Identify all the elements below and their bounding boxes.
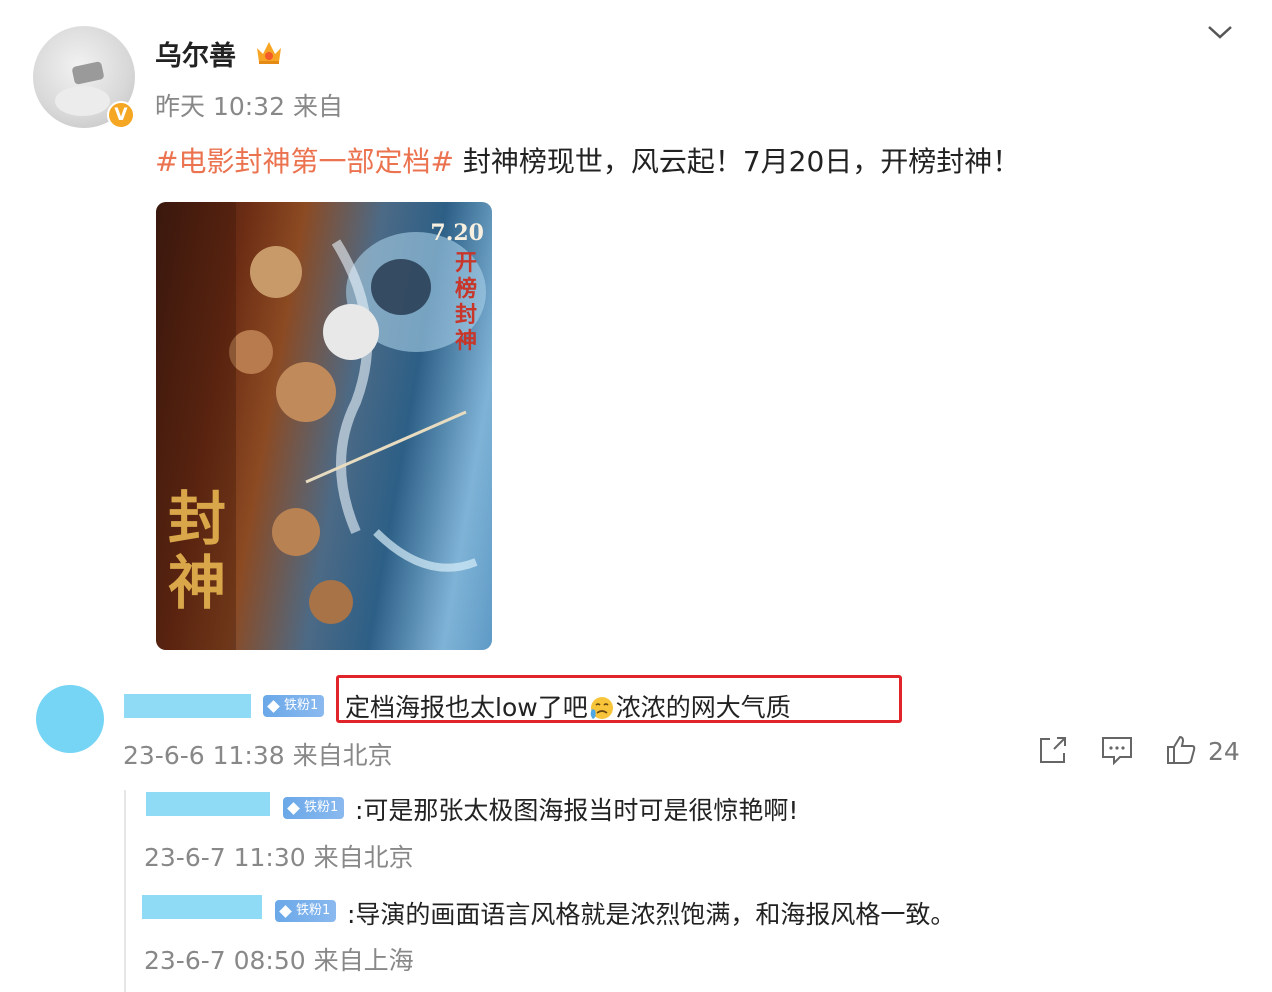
reply-text: :导演的画面语言风格就是浓烈饱满，和海报风格一致。 — [347, 900, 956, 929]
comment-text: 定档海报也太low了吧 浓浓的网大气质 — [345, 693, 791, 722]
reply-name-redacted[interactable] — [146, 792, 270, 816]
post-text: #电影封神第一部定档# 封神榜现世，风云起！7月20日，开榜封神！ — [155, 145, 1021, 178]
hashtag-link[interactable]: #电影封神第一部定档# — [155, 145, 454, 178]
reply-timestamp: 23-6-7 11:30 来自北京 — [144, 843, 414, 872]
crying-face-icon — [588, 695, 616, 721]
poster-title: 封 神 — [167, 485, 226, 617]
fan-badge: 铁粉1 — [283, 797, 345, 819]
like-count: 24 — [1208, 737, 1240, 766]
comment-icon[interactable] — [1100, 733, 1134, 767]
like-icon[interactable] — [1164, 733, 1198, 767]
reply-timestamp: 23-6-7 08:50 来自上海 — [144, 946, 414, 975]
reply-thread-line — [124, 790, 126, 992]
fan-badge: 铁粉1 — [275, 900, 337, 922]
diamond-icon — [279, 904, 292, 918]
verified-badge-icon: V — [107, 101, 135, 129]
share-icon[interactable] — [1036, 733, 1070, 767]
post-timestamp: 昨天 10:32 来自 — [155, 92, 343, 121]
commenter-avatar[interactable] — [36, 685, 104, 753]
diamond-icon — [287, 801, 300, 815]
crown-icon — [257, 42, 281, 64]
commenter-name-redacted[interactable] — [124, 694, 251, 718]
fan-badge: 铁粉1 — [263, 695, 325, 717]
movie-poster-image[interactable]: 7.20 开榜封神 封 神 — [156, 202, 492, 650]
reply-text: :可是那张太极图海报当时可是很惊艳啊! — [355, 796, 799, 825]
reply-name-redacted[interactable] — [142, 895, 262, 919]
poster-slogan: 开榜封神 — [454, 250, 477, 354]
comment-timestamp: 23-6-6 11:38 来自北京 — [123, 741, 393, 770]
diamond-icon — [267, 699, 280, 713]
author-username[interactable]: 乌尔善 — [155, 34, 236, 73]
poster-date: 7.20 — [430, 220, 484, 246]
chevron-down-icon[interactable] — [1205, 22, 1235, 42]
